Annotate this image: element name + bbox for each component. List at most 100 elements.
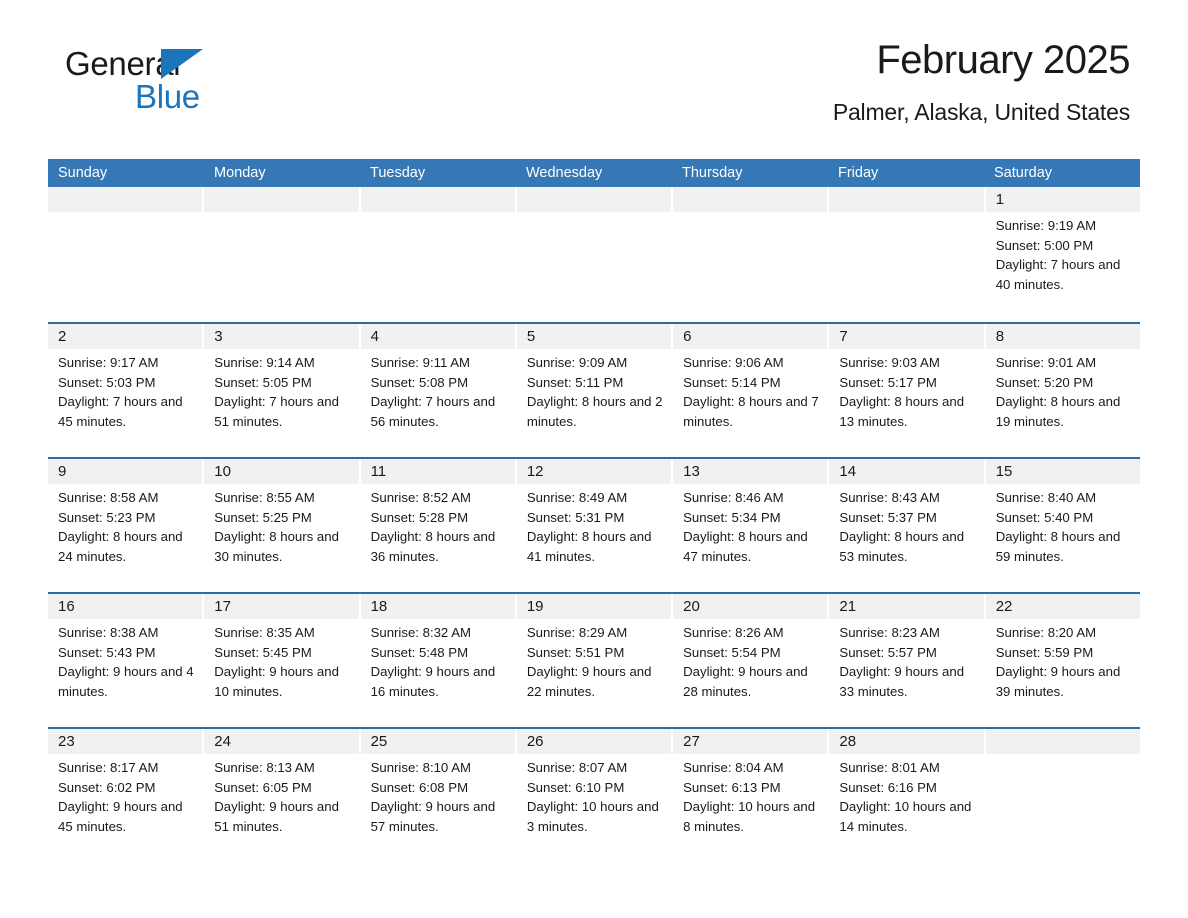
- calendar-week-row: 9 Sunrise: 8:58 AM Sunset: 5:23 PM Daylight…: [48, 457, 1140, 592]
- day-number: 10: [214, 463, 231, 480]
- sunset-text: Sunset: 5:45 PM: [214, 644, 312, 660]
- day-number-band: [204, 187, 359, 212]
- calendar-day-cell[interactable]: 6 Sunrise: 9:06 AM Sunset: 5:14 PM Daylight…: [673, 324, 828, 457]
- calendar-day-cell[interactable]: 8 Sunrise: 9:01 AM Sunset: 5:20 PM Daylight…: [985, 324, 1140, 457]
- sunrise-text: Sunrise: 8:20 AM: [995, 625, 1097, 640]
- day-info: Sunrise: 8:55 AM Sunset: 5:25 PM Daylight:…: [204, 484, 358, 567]
- calendar-day-cell[interactable]: 22 Sunrise: 8:20 AM Sunset: 5:59 PM Dayligh…: [985, 594, 1140, 727]
- day-number: 19: [526, 598, 544, 615]
- sunset-text: Sunset: 5:59 PM: [995, 644, 1094, 660]
- daylight-text: Daylight: 9 hours and 33 minutes.: [839, 664, 965, 700]
- logo-text-blue: Blue: [135, 78, 200, 115]
- calendar-day-cell[interactable]: 24 Sunrise: 8:13 AM Sunset: 6:05 PM Dayligh…: [204, 729, 359, 862]
- calendar-day-cell[interactable]: 19 Sunrise: 8:29 AM Sunset: 5:51 PM Dayligh…: [516, 594, 672, 727]
- calendar-day-cell[interactable]: 20 Sunrise: 8:26 AM Sunset: 5:54 PM Dayligh…: [673, 594, 828, 727]
- day-number: 21: [839, 598, 857, 615]
- calendar-day-cell[interactable]: 11 Sunrise: 8:52 AM Sunset: 5:28 PM Dayligh…: [360, 459, 515, 592]
- day-number: 20: [683, 598, 700, 615]
- day-info: Sunrise: 9:03 AM Sunset: 5:17 PM Daylight:…: [829, 349, 983, 432]
- day-number-band: [516, 187, 672, 212]
- day-info: Sunrise: 8:38 AM Sunset: 5:43 PM Daylight:…: [48, 619, 202, 702]
- day-info: Sunrise: 8:40 AM Sunset: 5:40 PM Daylight:…: [986, 484, 1140, 567]
- sunrise-text: Sunrise: 8:38 AM: [58, 625, 159, 640]
- sunset-text: Sunset: 6:13 PM: [683, 779, 781, 795]
- calendar-day-cell[interactable]: 10 Sunrise: 8:55 AM Sunset: 5:25 PM Dayligh…: [204, 459, 359, 592]
- calendar-day-cell[interactable]: 13 Sunrise: 8:46 AM Sunset: 5:34 PM Dayligh…: [673, 459, 828, 592]
- sunrise-text: Sunrise: 8:49 AM: [526, 490, 628, 505]
- sunrise-text: Sunrise: 9:11 AM: [370, 355, 471, 370]
- weekday-header-tuesday: Tuesday: [370, 165, 426, 181]
- daylight-text: Daylight: 7 hours and 51 minutes.: [214, 394, 339, 430]
- calendar-day-cell[interactable]: 2 Sunrise: 9:17 AM Sunset: 5:03 PM Daylight…: [48, 324, 203, 457]
- calendar-day-cell[interactable]: 23 Sunrise: 8:17 AM Sunset: 6:02 PM Dayligh…: [48, 729, 203, 862]
- weekday-header-wednesday: Wednesday: [526, 165, 603, 181]
- calendar-day-cell[interactable]: 28 Sunrise: 8:01 AM Sunset: 6:16 PM Dayligh…: [829, 729, 984, 862]
- day-info: Sunrise: 8:35 AM Sunset: 5:45 PM Daylight:…: [204, 619, 358, 702]
- sunrise-text: Sunrise: 8:07 AM: [526, 760, 628, 775]
- day-number-band: [985, 729, 1140, 754]
- calendar-day-cell[interactable]: 4 Sunrise: 9:11 AM Sunset: 5:08 PM Daylight…: [360, 324, 515, 457]
- daylight-text: Daylight: 9 hours and 4 minutes.: [58, 664, 194, 700]
- calendar-day-cell[interactable]: 18 Sunrise: 8:32 AM Sunset: 5:48 PM Dayligh…: [360, 594, 515, 727]
- daylight-text: Daylight: 9 hours and 28 minutes.: [683, 664, 808, 700]
- calendar-day-cell-empty: [360, 187, 515, 322]
- day-info: Sunrise: 8:49 AM Sunset: 5:31 PM Daylight:…: [517, 484, 671, 567]
- calendar-day-cell-empty: [204, 187, 359, 322]
- day-info: Sunrise: 9:14 AM Sunset: 5:05 PM Daylight:…: [204, 349, 358, 432]
- sunset-text: Sunset: 5:20 PM: [995, 374, 1094, 390]
- day-number-band: 24: [204, 729, 359, 754]
- day-info: Sunrise: 9:19 AM Sunset: 5:00 PM Daylight:…: [986, 212, 1140, 295]
- day-number: 27: [683, 733, 700, 750]
- calendar-week-row: 1 Sunrise: 9:19 AM Sunset: 5:00 PM Daylight…: [48, 187, 1140, 322]
- calendar-day-cell[interactable]: 16 Sunrise: 8:38 AM Sunset: 5:43 PM Dayligh…: [48, 594, 203, 727]
- sunset-text: Sunset: 5:11 PM: [526, 374, 624, 390]
- day-number: 23: [58, 733, 75, 750]
- calendar-grid: Sunday Monday Tuesday Wednesday Thursday…: [48, 159, 1140, 862]
- day-number-band: 19: [516, 594, 672, 619]
- day-number-band: 20: [673, 594, 828, 619]
- sunset-text: Sunset: 5:31 PM: [526, 509, 625, 525]
- day-number-band: 2: [48, 324, 203, 349]
- calendar-day-cell[interactable]: 7 Sunrise: 9:03 AM Sunset: 5:17 PM Daylight…: [829, 324, 984, 457]
- calendar-day-cell[interactable]: 15 Sunrise: 8:40 AM Sunset: 5:40 PM Dayligh…: [985, 459, 1140, 592]
- daylight-text: Daylight: 9 hours and 57 minutes.: [370, 799, 496, 835]
- day-number-band: 21: [829, 594, 984, 619]
- calendar-day-cell[interactable]: 25 Sunrise: 8:10 AM Sunset: 6:08 PM Dayligh…: [360, 729, 515, 862]
- day-number: 2: [58, 328, 67, 345]
- day-number-band: 11: [360, 459, 515, 484]
- calendar-day-cell[interactable]: 1 Sunrise: 9:19 AM Sunset: 5:00 PM Daylight…: [985, 187, 1140, 322]
- sunrise-text: Sunrise: 8:46 AM: [683, 490, 784, 505]
- day-number: 26: [526, 733, 544, 750]
- calendar-day-cell[interactable]: 14 Sunrise: 8:43 AM Sunset: 5:37 PM Dayligh…: [829, 459, 984, 592]
- calendar-day-cell[interactable]: 27 Sunrise: 8:04 AM Sunset: 6:13 PM Dayligh…: [673, 729, 828, 862]
- calendar-day-cell[interactable]: 3 Sunrise: 9:14 AM Sunset: 5:05 PM Daylight…: [204, 324, 359, 457]
- calendar-day-cell[interactable]: 26 Sunrise: 8:07 AM Sunset: 6:10 PM Dayligh…: [516, 729, 672, 862]
- sunset-text: Sunset: 5:08 PM: [370, 374, 469, 390]
- day-number-band: 5: [516, 324, 672, 349]
- sunrise-text: Sunrise: 8:35 AM: [214, 625, 315, 640]
- day-number: 25: [370, 733, 388, 750]
- day-number-band: 3: [204, 324, 359, 349]
- calendar-day-cell[interactable]: 17 Sunrise: 8:35 AM Sunset: 5:45 PM Dayligh…: [204, 594, 359, 727]
- calendar-day-cell[interactable]: 21 Sunrise: 8:23 AM Sunset: 5:57 PM Dayligh…: [829, 594, 984, 727]
- day-info: Sunrise: 9:01 AM Sunset: 5:20 PM Daylight:…: [986, 349, 1140, 432]
- sunrise-text: Sunrise: 8:13 AM: [214, 760, 315, 775]
- day-info: Sunrise: 9:17 AM Sunset: 5:03 PM Daylight:…: [48, 349, 202, 432]
- day-info: Sunrise: 8:20 AM Sunset: 5:59 PM Daylight:…: [986, 619, 1140, 702]
- calendar-day-cell[interactable]: 12 Sunrise: 8:49 AM Sunset: 5:31 PM Dayligh…: [516, 459, 672, 592]
- triangle-icon: [161, 49, 203, 79]
- daylight-text: Daylight: 9 hours and 51 minutes.: [214, 799, 339, 835]
- calendar-day-cell[interactable]: 9 Sunrise: 8:58 AM Sunset: 5:23 PM Daylight…: [48, 459, 203, 592]
- calendar-day-cell[interactable]: 5 Sunrise: 9:09 AM Sunset: 5:11 PM Daylight…: [516, 324, 672, 457]
- weekday-header-row: Sunday Monday Tuesday Wednesday Thursday…: [48, 159, 1140, 187]
- sunrise-text: Sunrise: 8:40 AM: [995, 490, 1097, 505]
- sunset-text: Sunset: 6:05 PM: [214, 779, 312, 795]
- day-number: 18: [370, 598, 388, 615]
- day-number-band: 9: [48, 459, 203, 484]
- day-info: Sunrise: 8:58 AM Sunset: 5:23 PM Daylight:…: [48, 484, 202, 567]
- day-number: 16: [58, 598, 75, 615]
- sunrise-text: Sunrise: 9:01 AM: [995, 355, 1097, 370]
- calendar-weeks: 1 Sunrise: 9:19 AM Sunset: 5:00 PM Daylight…: [48, 187, 1140, 862]
- sunset-text: Sunset: 5:51 PM: [526, 644, 625, 660]
- sunset-text: Sunset: 5:54 PM: [683, 644, 781, 660]
